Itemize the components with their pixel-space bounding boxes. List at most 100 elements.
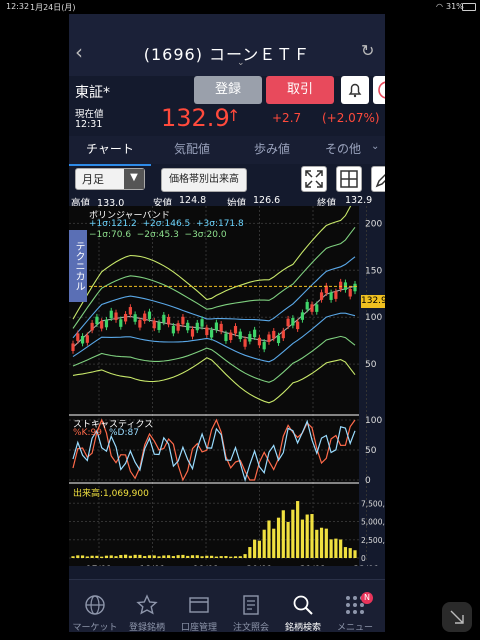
wifi-icon: ◠ [436, 2, 443, 11]
tabbar-label: メニュー [336, 623, 373, 632]
candle-body [166, 316, 171, 325]
candle-body [329, 292, 333, 300]
tabbar-account[interactable]: 口座管理 [173, 580, 225, 632]
volume-bar [71, 556, 75, 558]
price-axis-label: 100 [365, 313, 382, 323]
tabbar-orders[interactable]: 注文照会 [225, 580, 277, 632]
volume-bar [90, 555, 94, 558]
volume-bar [205, 555, 209, 558]
volume-axis-label: 2,500,000 [361, 536, 385, 545]
candle-body [195, 322, 199, 331]
candle-body [100, 321, 104, 329]
tabbar-market[interactable]: マーケット [69, 580, 121, 632]
refresh-icon[interactable]: ↻ [361, 41, 374, 60]
volume-bar [114, 556, 118, 558]
volume-bar [353, 550, 357, 558]
price-axis-label: 150 [365, 266, 382, 276]
bottom-tab-bar: マーケット 登録銘柄 口座管理 注文照会 銘柄検索 メニュー N [69, 579, 385, 632]
volume-bar [138, 554, 142, 558]
tab-other[interactable]: その他 [313, 136, 373, 164]
price-time: 12:31 [75, 119, 103, 130]
candle-body [181, 316, 185, 325]
tabbar-search[interactable]: 銘柄検索 [277, 580, 329, 632]
volume-profile-button[interactable]: 価格帯別出来高 [161, 168, 247, 192]
candle-body [200, 319, 204, 327]
candle-body [262, 341, 266, 350]
technical-tab[interactable]: テクニカル [69, 230, 87, 302]
tabbar-label: マーケット [72, 623, 118, 632]
volume-bar [162, 555, 166, 558]
quote-bar: 東証* 登録 取引 [69, 76, 385, 104]
candle-body [133, 314, 137, 322]
volume-bar [329, 539, 333, 558]
candle-body [214, 322, 218, 331]
tab-chart[interactable]: チャート [69, 136, 151, 166]
volume-bar [238, 556, 242, 558]
volume-bar [267, 520, 271, 558]
candle-body [257, 337, 262, 346]
tabbar-watchlist[interactable]: 登録銘柄 [121, 580, 173, 632]
volume-bar [176, 555, 180, 558]
status-bar: 12:32 1月24日(月) ◠ 31% [0, 0, 480, 14]
register-button[interactable]: 登録 [194, 76, 262, 104]
dropdown-icon: ▼ [124, 169, 144, 189]
volume-bar [210, 555, 214, 558]
volume-bar [343, 547, 348, 558]
candle-body [171, 325, 175, 334]
candle-body [315, 304, 319, 312]
chevron-down-icon[interactable]: ⌄ [237, 58, 245, 68]
alert-button[interactable] [341, 76, 369, 104]
layout-button[interactable] [336, 166, 362, 192]
candle-body [176, 323, 180, 331]
tab-quotes[interactable]: 気配値 [153, 136, 231, 164]
collapse-button[interactable] [442, 602, 472, 632]
document-icon [243, 595, 259, 615]
collapse-icon [450, 610, 464, 624]
volume-bar [157, 556, 161, 558]
info-button[interactable] [373, 76, 385, 104]
candle-body [162, 314, 166, 323]
volume-bar [76, 555, 80, 558]
candle-body [276, 335, 281, 344]
trade-button[interactable]: 取引 [266, 76, 334, 104]
volume-bar [147, 555, 152, 558]
volume-bar [233, 556, 238, 558]
candle-body [253, 329, 257, 338]
volume-title: 出来高:1,069,900 [73, 489, 149, 499]
chart-area[interactable]: 17/01 18/01 19/01 20/01 21/01 22/01 200 150 100 5… [69, 206, 385, 566]
volume-bar [224, 556, 228, 558]
expand-icon [305, 170, 323, 188]
battery-icon [462, 3, 476, 11]
volume-bar [100, 556, 104, 558]
chevron-down-icon[interactable]: ⌄ [371, 141, 379, 152]
tabbar-menu[interactable]: メニュー N [329, 580, 381, 632]
stoch-axis-label: 100 [365, 416, 382, 426]
tabbar-label: 登録銘柄 [128, 623, 165, 632]
candle-body [233, 326, 238, 334]
volume-bar [272, 528, 276, 558]
volume-axis-label: 5,000,000 [361, 518, 385, 527]
up-arrow-icon: ↑ [227, 106, 241, 125]
globe-icon [85, 595, 105, 615]
volume-bar [123, 554, 128, 558]
draw-button[interactable] [371, 166, 385, 192]
grid-icon [340, 170, 358, 188]
volume-bar [348, 548, 352, 558]
candle-body [300, 312, 305, 320]
chart-background [69, 206, 359, 566]
candle-body [190, 329, 195, 337]
candle-body [348, 289, 352, 297]
tab-trades[interactable]: 歩み値 [233, 136, 311, 164]
x-tick-label: 21/01 [300, 565, 326, 566]
volume-bar [104, 555, 109, 558]
close-value: 132.9 [345, 195, 373, 206]
current-price-tag: 132.9 [361, 295, 385, 308]
volume-bar [291, 509, 295, 558]
period-value: 月足 [82, 173, 104, 186]
candle-body [85, 335, 89, 343]
volume-bar [166, 555, 171, 558]
status-time: 12:32 [6, 2, 30, 11]
period-select[interactable]: 月足 ▼ [75, 168, 145, 190]
fullscreen-button[interactable] [301, 166, 327, 192]
candle-body [248, 334, 252, 342]
